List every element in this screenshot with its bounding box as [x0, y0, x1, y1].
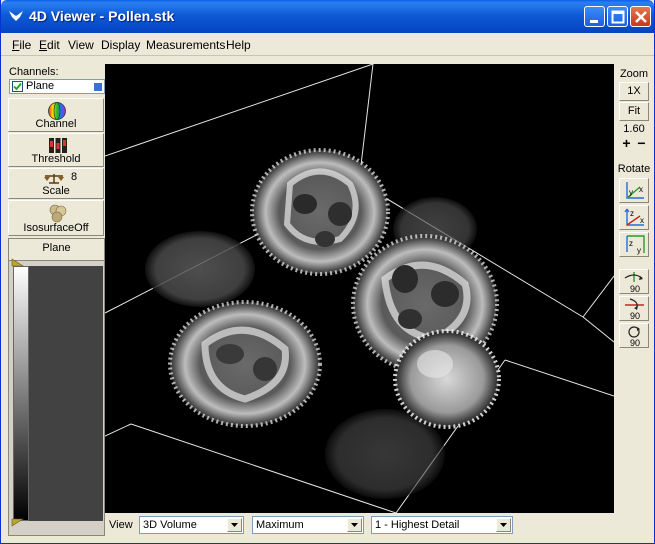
projection-select[interactable]: Maximum	[252, 516, 364, 534]
max-threshold-marker-icon[interactable]	[11, 258, 25, 268]
left-panel: Channels: Plane Channel Threshold 8 Scal…	[6, 64, 105, 536]
isosurface-button[interactable]: IsosurfaceOff	[8, 200, 104, 236]
scale-button-label: Scale	[42, 185, 70, 197]
app-window: 4D Viewer - Pollen.stk File Edit View Di…	[0, 0, 655, 544]
zoom-1x-button[interactable]: 1X	[619, 82, 649, 101]
title-bar[interactable]: 4D Viewer - Pollen.stk	[1, 0, 654, 33]
isosurface-button-label: IsosurfaceOff	[23, 222, 89, 234]
zoom-in-button[interactable]: +	[620, 136, 633, 150]
view-label: View	[109, 519, 133, 531]
window-title: 4D Viewer - Pollen.stk	[29, 8, 175, 24]
svg-text:z: z	[629, 239, 633, 248]
svg-text:90: 90	[630, 311, 640, 321]
rotate-90-vertical-icon: 90	[625, 298, 644, 321]
svg-text:90: 90	[630, 284, 640, 294]
minimize-button[interactable]	[584, 6, 605, 27]
pollen-grain-front	[393, 329, 501, 429]
rotate-xz-view-button[interactable]: z x	[619, 205, 649, 230]
svg-text:90: 90	[630, 338, 640, 348]
detail-level-select[interactable]: 1 - Highest Detail	[371, 516, 513, 534]
chevron-down-icon[interactable]	[347, 518, 362, 532]
channel-color-swatch[interactable]	[94, 83, 102, 91]
checkbox-checked-icon[interactable]	[12, 81, 23, 92]
menu-edit[interactable]: Edit	[39, 38, 60, 52]
menu-view[interactable]: View	[68, 38, 94, 52]
channel-button[interactable]: Channel	[8, 98, 104, 132]
pollen-grain-top	[250, 148, 390, 276]
plane-panel: Plane	[8, 238, 105, 536]
svg-text:x: x	[640, 216, 644, 225]
rotate-90-vertical-button[interactable]: 90	[619, 296, 649, 321]
svg-text:y: y	[629, 188, 633, 197]
rotate-90-horizontal-icon: 90	[624, 272, 643, 294]
app-logo-icon	[9, 11, 23, 21]
maximize-button[interactable]	[607, 6, 628, 27]
histogram-area	[29, 266, 103, 521]
bottom-toolbar: View 3D Volume Maximum 1 - Highest Detai…	[105, 514, 625, 538]
pollen-grain-left	[168, 300, 322, 428]
rotate-90-circular-icon: 90	[628, 326, 640, 348]
channels-label: Channels:	[9, 66, 59, 78]
axes-zy-icon: z y	[626, 235, 645, 255]
menu-file[interactable]: File	[12, 38, 31, 52]
zoom-fit-button[interactable]: Fit	[619, 102, 649, 121]
threshold-button-label: Threshold	[31, 153, 81, 165]
menu-bar: File Edit View Display Measurements Help	[1, 34, 654, 56]
right-panel: Zoom 1X Fit 1.60 + − Rotate x y z x z y …	[615, 64, 653, 354]
detail-level-value: 1 - Highest Detail	[375, 519, 460, 531]
menu-display[interactable]: Display	[101, 38, 140, 52]
zoom-out-button[interactable]: −	[635, 136, 648, 150]
rotate-label: Rotate	[617, 163, 651, 175]
chevron-down-icon[interactable]	[227, 518, 242, 532]
threshold-button[interactable]: Threshold	[8, 133, 104, 167]
view-mode-value: 3D Volume	[143, 519, 197, 531]
close-button[interactable]	[630, 6, 651, 27]
rotate-90-horizontal-button[interactable]: 90	[619, 269, 649, 294]
scale-value: 8	[71, 171, 78, 183]
maximize-icon	[611, 10, 625, 24]
rotate-90-circular-button[interactable]: 90	[619, 323, 649, 348]
isosurface-icon	[49, 204, 67, 223]
rotate-xy-view-button[interactable]: x y	[619, 178, 649, 203]
zoom-value: 1.60	[623, 123, 645, 135]
axes-xy-icon: x y	[626, 182, 644, 199]
min-threshold-marker-icon[interactable]	[11, 518, 25, 528]
svg-text:z: z	[630, 209, 634, 218]
channel-button-label: Channel	[35, 118, 77, 130]
scale-button[interactable]: 8 Scale	[8, 168, 104, 199]
view-mode-select[interactable]: 3D Volume	[139, 516, 244, 534]
channel-item-plane[interactable]: Plane	[9, 79, 105, 94]
intensity-gradient-bar[interactable]	[13, 266, 29, 521]
menu-measurements[interactable]: Measurements	[146, 38, 225, 52]
pollen-volume-render	[105, 64, 614, 513]
volume-viewport[interactable]	[105, 64, 614, 513]
rotate-zy-view-button[interactable]: z y	[619, 232, 649, 257]
minimize-icon	[590, 20, 598, 23]
menu-help[interactable]: Help	[226, 38, 251, 52]
chevron-down-icon[interactable]	[496, 518, 511, 532]
channel-name: Plane	[26, 80, 55, 92]
projection-value: Maximum	[256, 519, 304, 531]
svg-text:y: y	[637, 246, 641, 255]
close-icon	[635, 11, 647, 23]
svg-text:x: x	[639, 185, 643, 194]
zoom-label: Zoom	[619, 68, 649, 80]
axes-zx-icon: z x	[624, 208, 644, 226]
balance-scale-icon	[44, 174, 64, 184]
